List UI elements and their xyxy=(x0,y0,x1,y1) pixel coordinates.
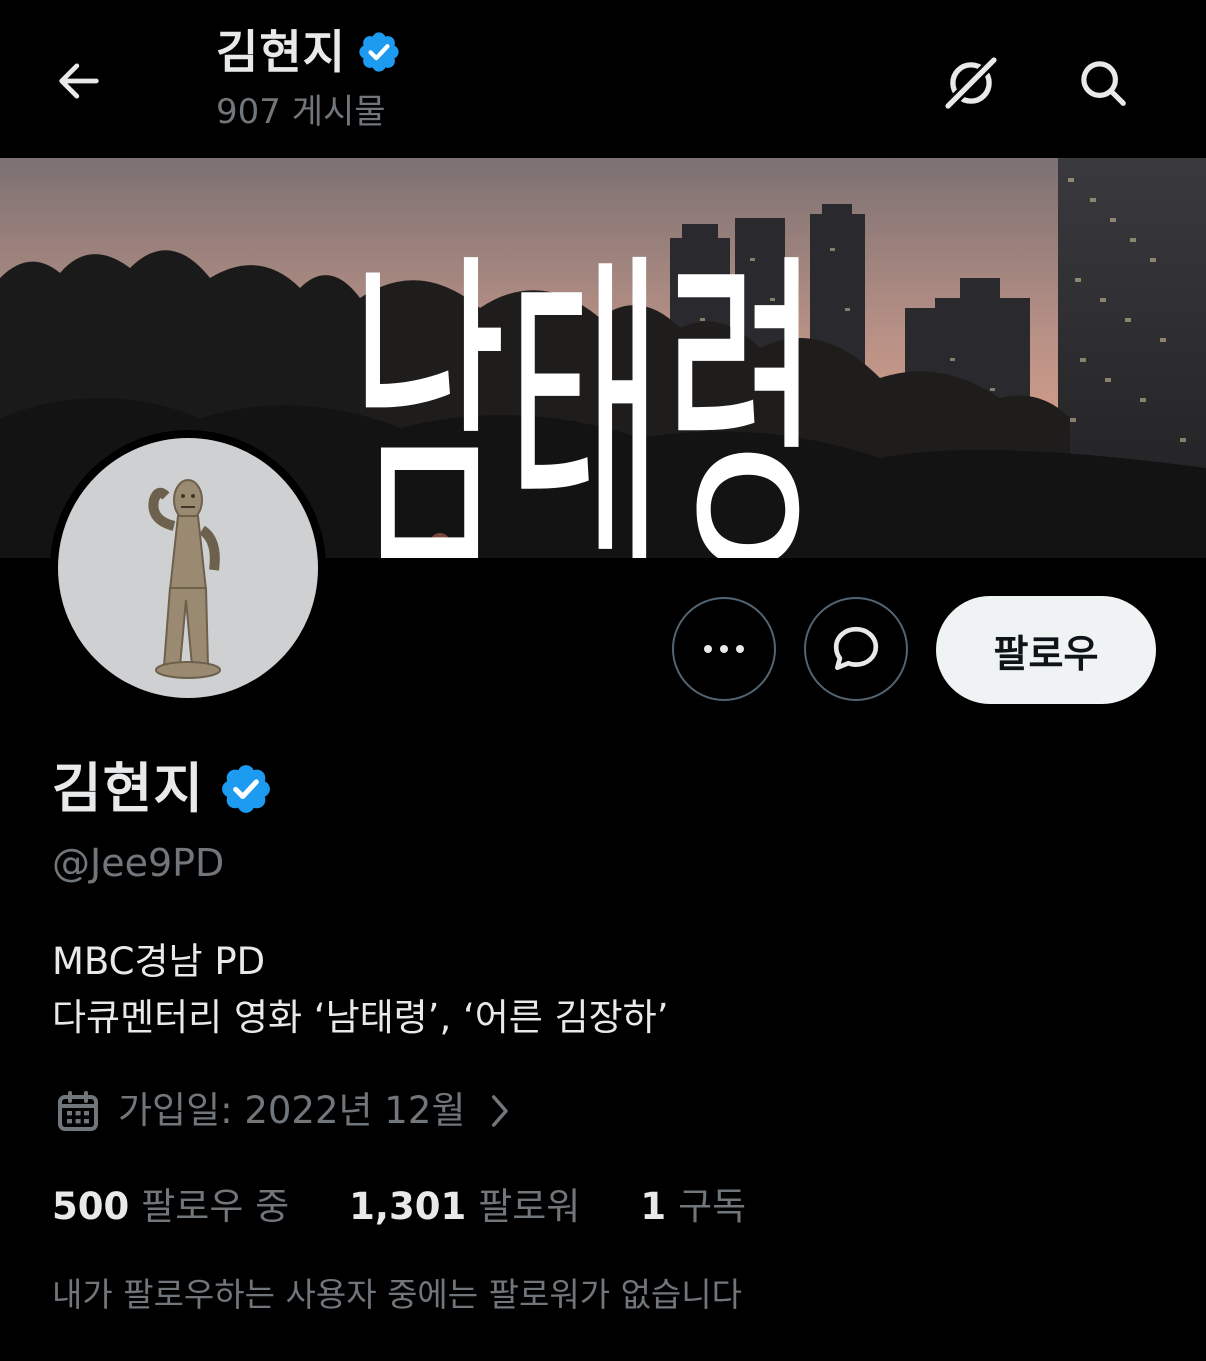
profile-handle: @Jee9PD xyxy=(52,841,225,885)
followers-stat[interactable]: 1,301 팔로워 xyxy=(349,1182,580,1232)
profile-avatar[interactable] xyxy=(50,430,326,706)
subscriptions-count: 1 xyxy=(640,1185,667,1228)
followers-label: 팔로워 xyxy=(478,1185,581,1228)
calendar-icon xyxy=(58,1091,98,1131)
grok-button[interactable] xyxy=(934,46,1008,120)
bio-line: 다큐멘터리 영화 ‘남태령’, ‘어른 김장하’ xyxy=(52,996,669,1039)
subscriptions-label: 구독 xyxy=(678,1185,747,1228)
profile-header-bar: 김현지 907 게시물 xyxy=(0,0,1206,158)
following-label: 팔로우 중 xyxy=(141,1185,290,1228)
bio-line: MBC경남 PD xyxy=(52,940,266,983)
following-stat[interactable]: 500 팔로우 중 xyxy=(52,1182,289,1232)
profile-display-name: 김현지 xyxy=(52,757,205,820)
more-dots-icon xyxy=(704,645,744,653)
profile-bio: MBC경남 PD 다큐멘터리 영화 ‘남태령’, ‘어른 김장하’ xyxy=(52,934,668,1046)
followers-count: 1,301 xyxy=(349,1185,467,1228)
search-icon xyxy=(1081,61,1126,106)
more-options-button[interactable] xyxy=(672,597,776,701)
chevron-right-icon xyxy=(492,1095,509,1127)
message-button[interactable] xyxy=(804,597,908,701)
search-button[interactable] xyxy=(1066,46,1140,120)
header-display-name: 김현지 xyxy=(216,25,346,79)
following-count: 500 xyxy=(52,1185,130,1228)
joined-date: 가입일: 2022년 12월 xyxy=(118,1089,466,1132)
header-post-count: 907 게시물 xyxy=(216,92,386,132)
banner-title: 남태령 xyxy=(350,223,820,558)
joined-date-row[interactable]: 가입일: 2022년 12월 xyxy=(54,1086,517,1136)
message-bubble-icon xyxy=(833,626,879,670)
verified-badge-icon[interactable] xyxy=(218,761,274,817)
follow-button[interactable]: 팔로우 xyxy=(936,596,1156,704)
profile-name-row: 김현지 xyxy=(52,754,274,824)
verified-badge-icon xyxy=(359,32,399,72)
arrow-left-icon xyxy=(59,63,99,99)
grok-icon xyxy=(942,54,1000,112)
avatar-image xyxy=(50,430,326,706)
header-title: 김현지 907 게시물 xyxy=(216,22,402,134)
profile-stats: 500 팔로우 중 1,301 팔로워 1 구독 xyxy=(52,1182,746,1232)
mutual-followers-note: 내가 팔로우하는 사용자 중에는 팔로워가 없습니다 xyxy=(52,1275,743,1314)
back-button[interactable] xyxy=(44,46,114,116)
subscriptions-stat[interactable]: 1 구독 xyxy=(640,1182,746,1232)
